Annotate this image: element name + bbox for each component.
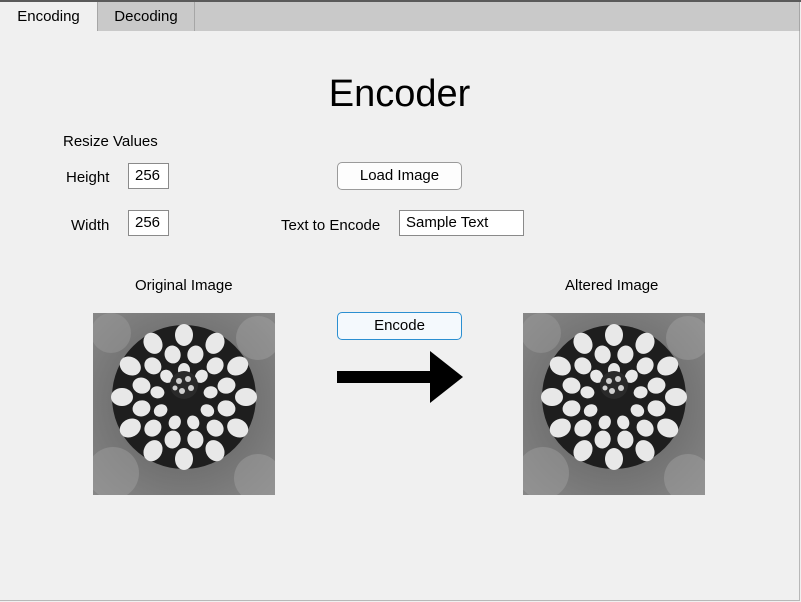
width-field[interactable]: 256 (128, 210, 169, 236)
original-image (93, 313, 275, 495)
width-label: Width (71, 217, 110, 234)
tab-encoding[interactable]: Encoding (0, 2, 97, 32)
original-image-label: Original Image (135, 277, 233, 294)
dahlia-flower-grayscale (93, 313, 275, 495)
tab-decoding[interactable]: Decoding (97, 2, 195, 31)
load-image-button[interactable]: Load Image (337, 162, 462, 190)
resize-values-heading: Resize Values (63, 133, 158, 150)
altered-image-label: Altered Image (565, 277, 659, 294)
dahlia-flower-grayscale (523, 313, 705, 495)
height-field[interactable]: 256 (128, 163, 169, 189)
height-label: Height (66, 169, 110, 186)
page-title: Encoder (328, 73, 471, 115)
text-to-encode-field[interactable]: Sample Text (399, 210, 524, 236)
right-arrow-icon (337, 351, 463, 403)
encode-button[interactable]: Encode (337, 312, 462, 340)
text-to-encode-label: Text to Encode (281, 217, 381, 234)
altered-image (523, 313, 705, 495)
tab-bar: Encoding Decoding (0, 2, 800, 32)
